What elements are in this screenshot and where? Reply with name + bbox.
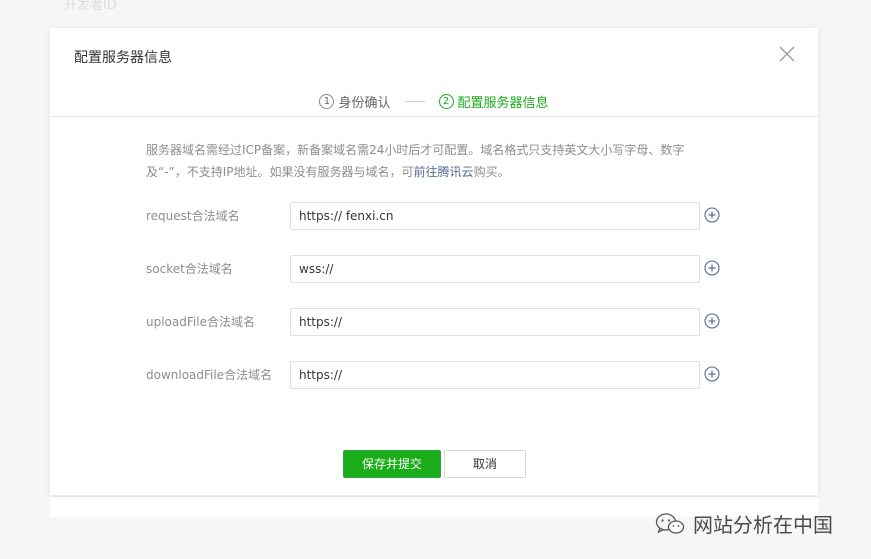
step-indicator: 1 身份确认 2 配置服务器信息 (50, 86, 818, 116)
request-domain-input[interactable] (290, 202, 700, 230)
background-faded-text: 开发者ID (64, 0, 117, 13)
close-icon[interactable] (778, 45, 796, 63)
add-uploadfile-domain-icon[interactable] (704, 313, 720, 329)
step-configure-server: 2 配置服务器信息 (438, 92, 549, 111)
step-number: 1 (319, 93, 335, 109)
cancel-button[interactable]: 取消 (444, 450, 526, 478)
add-request-domain-icon[interactable] (704, 207, 720, 223)
wechat-icon (655, 512, 685, 534)
domain-notice: 服务器域名需经过ICP备案，新备案域名需24小时后才可配置。域名格式只支持英文大… (146, 139, 716, 183)
notice-text-end: 购买。 (473, 165, 510, 179)
add-socket-domain-icon[interactable] (704, 260, 720, 276)
step-identity-confirm: 1 身份确认 (319, 92, 391, 111)
step-label: 配置服务器信息 (457, 95, 549, 111)
uploadfile-domain-label: uploadFile合法域名 (146, 315, 255, 329)
header-divider (50, 116, 818, 117)
step-number: 2 (438, 93, 454, 109)
downloadfile-domain-input[interactable] (290, 361, 700, 389)
add-downloadfile-domain-icon[interactable] (704, 366, 720, 382)
step-label: 身份确认 (338, 95, 391, 111)
uploadfile-domain-input[interactable] (290, 308, 700, 336)
configure-server-dialog: 配置服务器信息 1 身份确认 2 配置服务器信息 服务器域名需经过ICP备案，新… (50, 28, 818, 495)
watermark-text: 网站分析在中国 (693, 513, 833, 537)
page: 开发者ID 配置服务器信息 1 身份确认 2 配置服务器信息 服务器域名需经过I… (0, 0, 871, 559)
socket-domain-row: socket合法域名 (146, 255, 746, 283)
socket-domain-input[interactable] (290, 255, 700, 283)
tencent-cloud-link[interactable]: 前往腾讯云 (414, 165, 474, 179)
step-separator (404, 100, 425, 102)
watermark: 网站分析在中国 (655, 509, 833, 538)
downloadfile-domain-row: downloadFile合法域名 (146, 361, 746, 389)
uploadfile-domain-row: uploadFile合法域名 (146, 308, 746, 336)
request-domain-row: request合法域名 (146, 202, 746, 230)
downloadfile-domain-label: downloadFile合法域名 (146, 368, 273, 382)
save-and-submit-button[interactable]: 保存并提交 (343, 450, 441, 478)
dialog-title: 配置服务器信息 (74, 50, 172, 66)
socket-domain-label: socket合法域名 (146, 262, 233, 276)
request-domain-label: request合法域名 (146, 209, 240, 223)
